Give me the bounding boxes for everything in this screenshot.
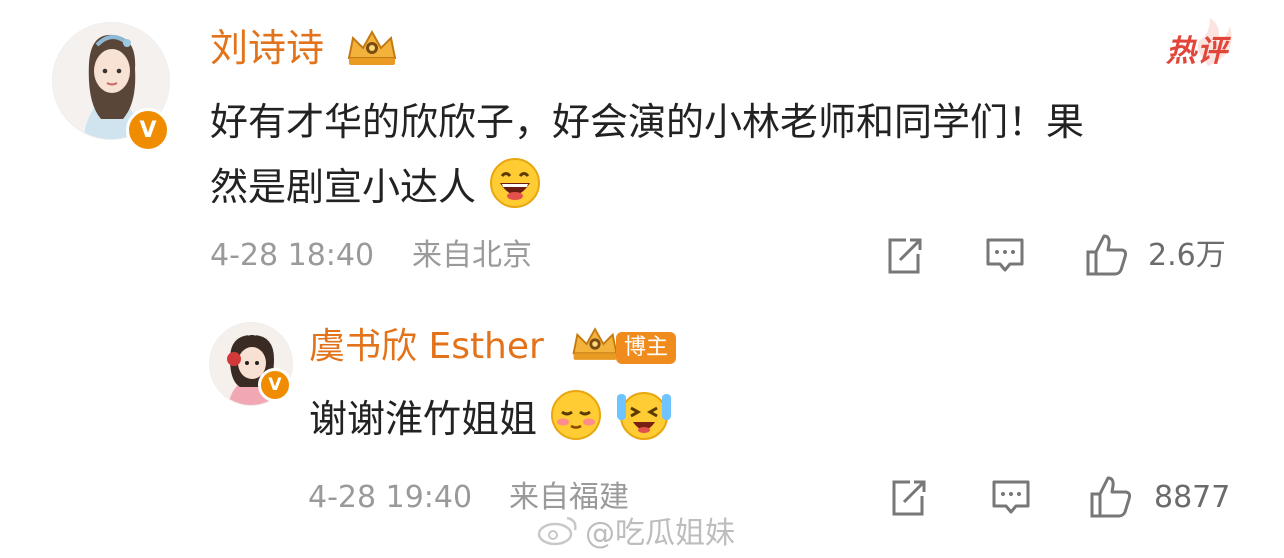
crown-icon: [568, 324, 622, 364]
comment-text-line2: 然是剧宣小达人: [210, 156, 542, 223]
grin-emoji: [488, 156, 542, 223]
happy-cry-emoji: [615, 388, 673, 455]
reply-text: 谢谢淮竹姐姐: [309, 388, 673, 455]
username[interactable]: 刘诗诗: [210, 22, 324, 74]
watermark: @吃瓜姐妹: [537, 510, 735, 551]
comment-text-line1: 好有才华的欣欣子，好会演的小林老师和同学们！果: [210, 100, 1085, 144]
comment-location: 来自北京: [412, 238, 532, 273]
reply-username[interactable]: 虞书欣 Esther: [309, 323, 544, 371]
weibo-logo-icon: [537, 516, 577, 546]
blush-emoji: [549, 388, 603, 455]
comment-icon[interactable]: [990, 478, 1032, 518]
reply-text-content: 谢谢淮竹姐姐: [309, 397, 538, 441]
comment-icon[interactable]: [984, 236, 1026, 276]
reply-date: 4-28 19:40: [308, 480, 473, 515]
reply-like-count: 8877: [1154, 480, 1231, 515]
share-icon[interactable]: [884, 236, 924, 276]
comment-date: 4-28 18:40: [210, 238, 375, 273]
thumbs-up-icon[interactable]: [1084, 232, 1130, 278]
watermark-text: @吃瓜姐妹: [585, 516, 735, 551]
comment-text-line2-text: 然是剧宣小达人: [210, 165, 477, 209]
verified-v-icon: V: [126, 108, 170, 152]
author-badge: 博主: [616, 332, 677, 364]
crown-icon: [343, 28, 401, 68]
hot-label: 热评: [1166, 34, 1228, 69]
hot-comment-badge: 热评: [1160, 14, 1246, 70]
like-count: 2.6万: [1148, 238, 1226, 273]
share-icon[interactable]: [888, 478, 928, 518]
verified-v-icon: V: [258, 368, 292, 402]
thumbs-up-icon[interactable]: [1088, 474, 1134, 520]
